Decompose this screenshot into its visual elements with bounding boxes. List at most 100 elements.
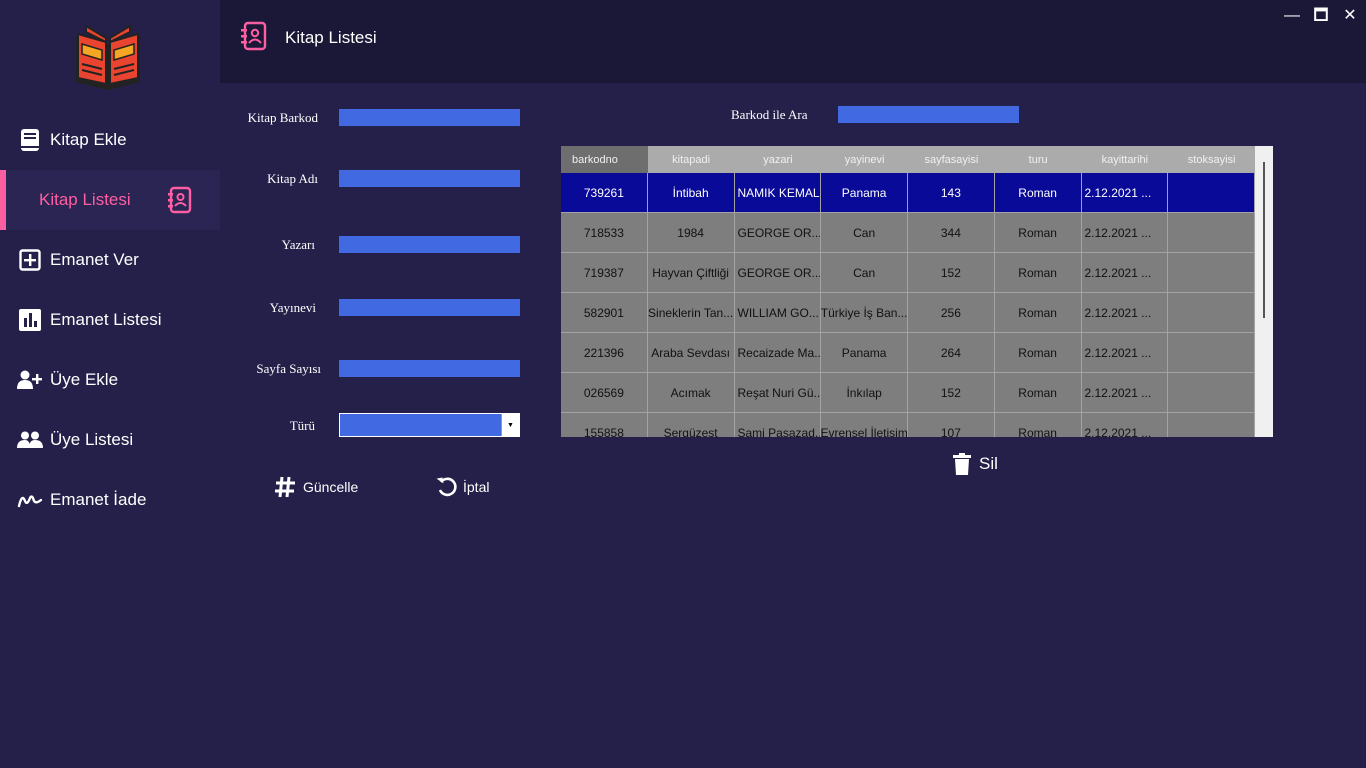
maximize-button[interactable]: 🗖 [1311,6,1331,26]
column-header[interactable]: kayittarihi [1082,146,1169,173]
column-header[interactable]: yazari [735,146,822,173]
table-cell: 719387 [561,253,648,292]
sidebar-item-emanet-iade[interactable]: Emanet İade [0,470,220,530]
book-table[interactable]: barkodno kitapadi yazari yayinevi sayfasayis… [561,146,1273,437]
table-cell: 152 [908,253,995,292]
table-cell: 739261 [561,173,648,212]
sidebar-item-kitap-listesi[interactable]: Kitap Listesi [0,170,220,230]
undo-icon [436,477,457,497]
table-cell [1168,253,1255,292]
table-cell: Can [821,213,908,252]
column-header[interactable]: kitapadi [648,146,735,173]
column-header[interactable]: barkodno [561,146,648,173]
table-cell: 2.12.2021 ... [1082,333,1169,372]
hashtag-icon [275,476,295,498]
table-cell: 221396 [561,333,648,372]
trash-icon [953,453,971,475]
table-cell [1168,213,1255,252]
table-cell: Hayvan Çiftliği [648,253,735,292]
table-row[interactable]: 026569 Acımak Reşat Nuri Gü... İnkılap 152 Ro… [561,373,1255,413]
close-button[interactable]: ✕ [1340,6,1360,26]
sidebar-item-uye-ekle[interactable]: Üye Ekle [0,350,220,410]
table-cell: 2.12.2021 ... [1082,213,1169,252]
header-bar: Kitap Listesi [220,0,1366,83]
table-cell: NAMIK KEMAL [735,173,822,212]
table-cell: Roman [995,173,1082,212]
sidebar-item-emanet-listesi[interactable]: Emanet Listesi [0,290,220,350]
table-row[interactable]: 718533 1984 GEORGE OR... Can 344 Roman 2.12.20… [561,213,1255,253]
book-icon [17,127,43,153]
sidebar: Kitap Ekle Kitap Listesi Emanet Ver Eman… [0,0,220,768]
table-cell: 155858 [561,413,648,437]
sayfa-sayisi-field[interactable] [339,360,520,377]
vertical-scrollbar[interactable] [1255,146,1273,437]
table-cell: 152 [908,373,995,412]
book-logo-icon [76,24,140,90]
table-cell: Roman [995,293,1082,332]
turu-select[interactable]: ▼ [339,413,520,437]
user-plus-icon [17,367,43,393]
table-row[interactable]: 221396 Araba Sevdası Recaizade Ma... Panama… [561,333,1255,373]
table-cell: Türkiye İş Ban... [821,293,908,332]
sidebar-item-label: Emanet Listesi [50,310,162,329]
table-cell: 1984 [648,213,735,252]
yazari-label: Yazarı [281,237,315,252]
sidebar-item-uye-listesi[interactable]: Üye Listesi [0,410,220,470]
table-body: 739261 İntibah NAMIK KEMAL Panama 143 Roman 2.… [561,173,1255,437]
table-cell: 107 [908,413,995,437]
table-row[interactable]: 739261 İntibah NAMIK KEMAL Panama 143 Roman 2.… [561,173,1255,213]
plus-square-icon [17,247,43,273]
bar-chart-icon [17,307,43,333]
barkod-search-label: Barkod ile Ara [731,107,808,122]
kitap-adi-label: Kitap Adı [267,171,318,186]
column-header[interactable]: stoksayisi [1168,146,1255,173]
table-cell: Panama [821,173,908,212]
sayfa-sayisi-label: Sayfa Sayısı [256,361,321,376]
sidebar-item-label: Üye Ekle [50,370,119,389]
table-cell: İnkılap [821,373,908,412]
table-cell: Sergüzest [648,413,735,437]
users-icon [17,427,43,453]
sidebar-item-emanet-ver[interactable]: Emanet Ver [0,230,220,290]
chevron-down-icon[interactable]: ▼ [501,414,519,436]
sidebar-item-kitap-ekle[interactable]: Kitap Ekle [0,110,220,170]
table-cell: 264 [908,333,995,372]
table-cell: 2.12.2021 ... [1082,173,1169,212]
table-cell: 2.12.2021 ... [1082,253,1169,292]
table-cell: Recaizade Ma... [735,333,822,372]
column-header[interactable]: sayfasayisi [908,146,995,173]
column-header[interactable]: yayinevi [821,146,908,173]
column-header[interactable]: turu [995,146,1082,173]
kitap-adi-field[interactable] [339,170,520,187]
table-cell [1168,413,1255,437]
sil-button[interactable]: Sil [953,453,998,475]
yayinevi-field[interactable] [339,299,520,316]
kitap-barkod-field[interactable] [339,109,520,126]
guncelle-button[interactable]: Güncelle [274,476,358,498]
minimize-button[interactable]: — [1282,6,1302,26]
yazari-field[interactable] [339,236,520,253]
contact-book-icon [168,186,192,214]
iptal-button[interactable]: İptal [436,476,489,498]
table-cell: Reşat Nuri Gü... [735,373,822,412]
active-indicator [0,170,6,230]
table-cell: WILLIAM GO... [735,293,822,332]
sidebar-item-label: Kitap Listesi [39,190,131,209]
table-row[interactable]: 155858 Sergüzest Sami Paşazad... Evrensel İ… [561,413,1255,437]
table-cell: Roman [995,253,1082,292]
guncelle-label: Güncelle [303,479,359,495]
barkod-search-input[interactable] [838,106,1019,123]
sidebar-item-label: Üye Listesi [50,430,134,449]
table-cell: 2.12.2021 ... [1082,293,1169,332]
table-cell: Panama [821,333,908,372]
kitap-barkod-label: Kitap Barkod [247,110,318,125]
table-cell: GEORGE OR... [735,253,822,292]
table-cell: Roman [995,333,1082,372]
scrollbar-thumb[interactable] [1263,162,1265,318]
table-cell: GEORGE OR... [735,213,822,252]
iptal-label: İptal [463,479,490,495]
table-row[interactable]: 582901 Sineklerin Tan... WILLIAM GO... Türk… [561,293,1255,333]
signature-icon [17,487,43,513]
table-row[interactable]: 719387 Hayvan Çiftliği GEORGE OR... Can 152 R… [561,253,1255,293]
table-cell: Roman [995,373,1082,412]
